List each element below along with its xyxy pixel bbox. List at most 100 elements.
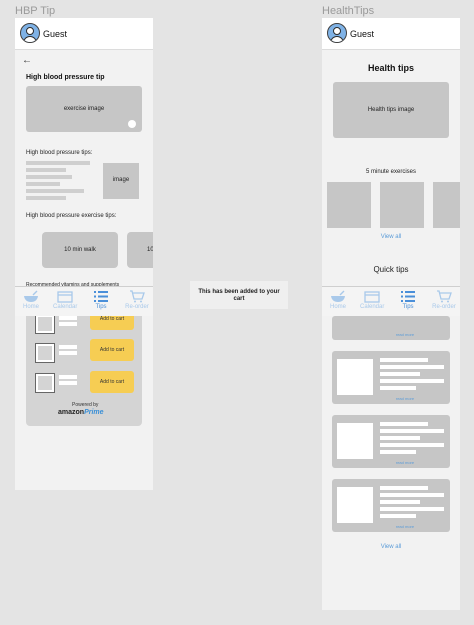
tip-line bbox=[380, 507, 444, 511]
tips-heading: High blood pressure tips: bbox=[26, 150, 93, 156]
exercise-pill[interactable]: 10 min walk bbox=[42, 232, 118, 268]
app-header: Guest bbox=[15, 18, 153, 50]
nav-reorder[interactable]: Re-order bbox=[125, 290, 149, 310]
tip-line bbox=[380, 436, 420, 440]
cart-icon bbox=[437, 290, 452, 303]
tip-line bbox=[26, 196, 66, 200]
read-more-link[interactable]: read more bbox=[380, 524, 430, 529]
avatar[interactable] bbox=[20, 23, 40, 43]
bottom-nav-bar: Home Calendar Tips Re-order bbox=[322, 286, 460, 316]
nav-reorder-label: Re-order bbox=[432, 304, 456, 310]
tip-line bbox=[26, 189, 84, 193]
nav-calendar[interactable]: Calendar bbox=[360, 290, 384, 310]
cart-icon bbox=[130, 290, 145, 303]
amazon-word: amazon bbox=[58, 409, 85, 416]
tip-line bbox=[380, 493, 444, 497]
hero-image-label: exercise image bbox=[63, 106, 105, 112]
tip-image bbox=[337, 359, 373, 395]
exercise-thumbnail[interactable] bbox=[433, 182, 460, 228]
view-all-exercises-link[interactable]: View all bbox=[322, 234, 460, 240]
tips-image-label: image bbox=[112, 177, 130, 183]
bowl-icon bbox=[331, 290, 345, 302]
product-image bbox=[35, 373, 55, 393]
product-line bbox=[59, 381, 77, 385]
tip-image bbox=[337, 423, 373, 459]
tip-line bbox=[380, 450, 416, 454]
powered-by-label: Powered by bbox=[72, 402, 99, 408]
tips-image: image bbox=[103, 163, 139, 199]
read-more-link[interactable]: read more bbox=[380, 396, 430, 401]
nav-calendar-label: Calendar bbox=[53, 304, 78, 310]
quick-tip-card[interactable]: read more bbox=[332, 316, 450, 340]
nav-tips[interactable]: Tips bbox=[89, 290, 113, 310]
exercise-thumbnail[interactable] bbox=[380, 182, 424, 228]
tip-line bbox=[26, 175, 72, 179]
tip-line bbox=[380, 386, 416, 390]
bottom-nav-bar: Home Calendar Tips Re-order bbox=[15, 286, 153, 316]
hbp-tip-screen: Guest ← High blood pressure tip exercise… bbox=[15, 18, 153, 490]
tip-line bbox=[380, 429, 444, 433]
bowl-icon bbox=[24, 290, 38, 302]
nav-calendar[interactable]: Calendar bbox=[53, 290, 77, 310]
nav-tips[interactable]: Tips bbox=[396, 290, 420, 310]
product-image bbox=[35, 314, 55, 334]
page-title: Health tips bbox=[367, 63, 414, 73]
view-all-tips-link[interactable]: View all bbox=[322, 544, 460, 550]
page-title: High blood pressure tip bbox=[26, 74, 105, 81]
nav-reorder[interactable]: Re-order bbox=[432, 290, 456, 310]
quick-tip-card[interactable]: read more bbox=[332, 415, 450, 468]
heart-icon[interactable] bbox=[128, 120, 136, 128]
list-icon bbox=[401, 291, 415, 302]
nav-tips-label: Tips bbox=[402, 304, 414, 310]
tip-line bbox=[380, 500, 420, 504]
user-name: Guest bbox=[350, 29, 375, 39]
avatar[interactable] bbox=[327, 23, 347, 43]
tip-image bbox=[337, 487, 373, 523]
exercises-heading: 5 minute exercises bbox=[365, 169, 417, 175]
nav-calendar-label: Calendar bbox=[360, 304, 385, 310]
tip-line bbox=[380, 486, 428, 490]
tip-line bbox=[26, 182, 60, 186]
read-more-link[interactable]: read more bbox=[380, 460, 430, 465]
tip-line bbox=[380, 443, 444, 447]
add-to-cart-button[interactable]: Add to cart bbox=[90, 339, 134, 361]
nav-home-label: Home bbox=[329, 304, 346, 310]
add-to-cart-button[interactable]: Add to cart bbox=[90, 371, 134, 393]
tip-line bbox=[380, 358, 428, 362]
tip-line bbox=[380, 514, 416, 518]
quick-tips-heading: Quick tips bbox=[373, 265, 409, 274]
exercise-pill[interactable]: 10 bbox=[127, 232, 153, 268]
product-line bbox=[59, 345, 77, 349]
hero-image: exercise image bbox=[26, 86, 142, 132]
toast-line-1: This has been added to your bbox=[198, 289, 280, 295]
product-line bbox=[59, 322, 77, 326]
tip-line bbox=[26, 161, 90, 165]
nav-reorder-label: Re-order bbox=[125, 304, 149, 310]
tip-line bbox=[380, 372, 420, 376]
tip-line bbox=[380, 365, 444, 369]
calendar-icon bbox=[57, 291, 73, 303]
quick-tip-card[interactable]: read more bbox=[332, 351, 450, 404]
user-name: Guest bbox=[43, 29, 68, 39]
calendar-icon bbox=[364, 291, 380, 303]
nav-home[interactable]: Home bbox=[326, 290, 350, 310]
list-icon bbox=[94, 291, 108, 302]
exercise-thumbnail[interactable] bbox=[327, 182, 371, 228]
back-arrow-icon[interactable]: ← bbox=[22, 55, 32, 66]
exercise-heading: High blood pressure exercise tips: bbox=[26, 213, 117, 219]
nav-home[interactable]: Home bbox=[19, 290, 43, 310]
nav-home-label: Home bbox=[22, 304, 39, 310]
product-line bbox=[59, 375, 77, 379]
hero-image: Health tips image bbox=[333, 82, 449, 138]
toast-line-2: cart bbox=[233, 296, 245, 302]
tip-line bbox=[380, 422, 428, 426]
product-line bbox=[59, 316, 77, 320]
tip-line bbox=[380, 379, 444, 383]
quick-tip-card[interactable]: read more bbox=[332, 479, 450, 532]
product-line bbox=[59, 351, 77, 355]
prime-word: Prime bbox=[84, 409, 104, 416]
added-to-cart-toast: This has been added to your cart bbox=[190, 281, 288, 309]
product-image bbox=[35, 343, 55, 363]
nav-tips-label: Tips bbox=[95, 304, 107, 310]
read-more-link[interactable]: read more bbox=[380, 332, 430, 337]
